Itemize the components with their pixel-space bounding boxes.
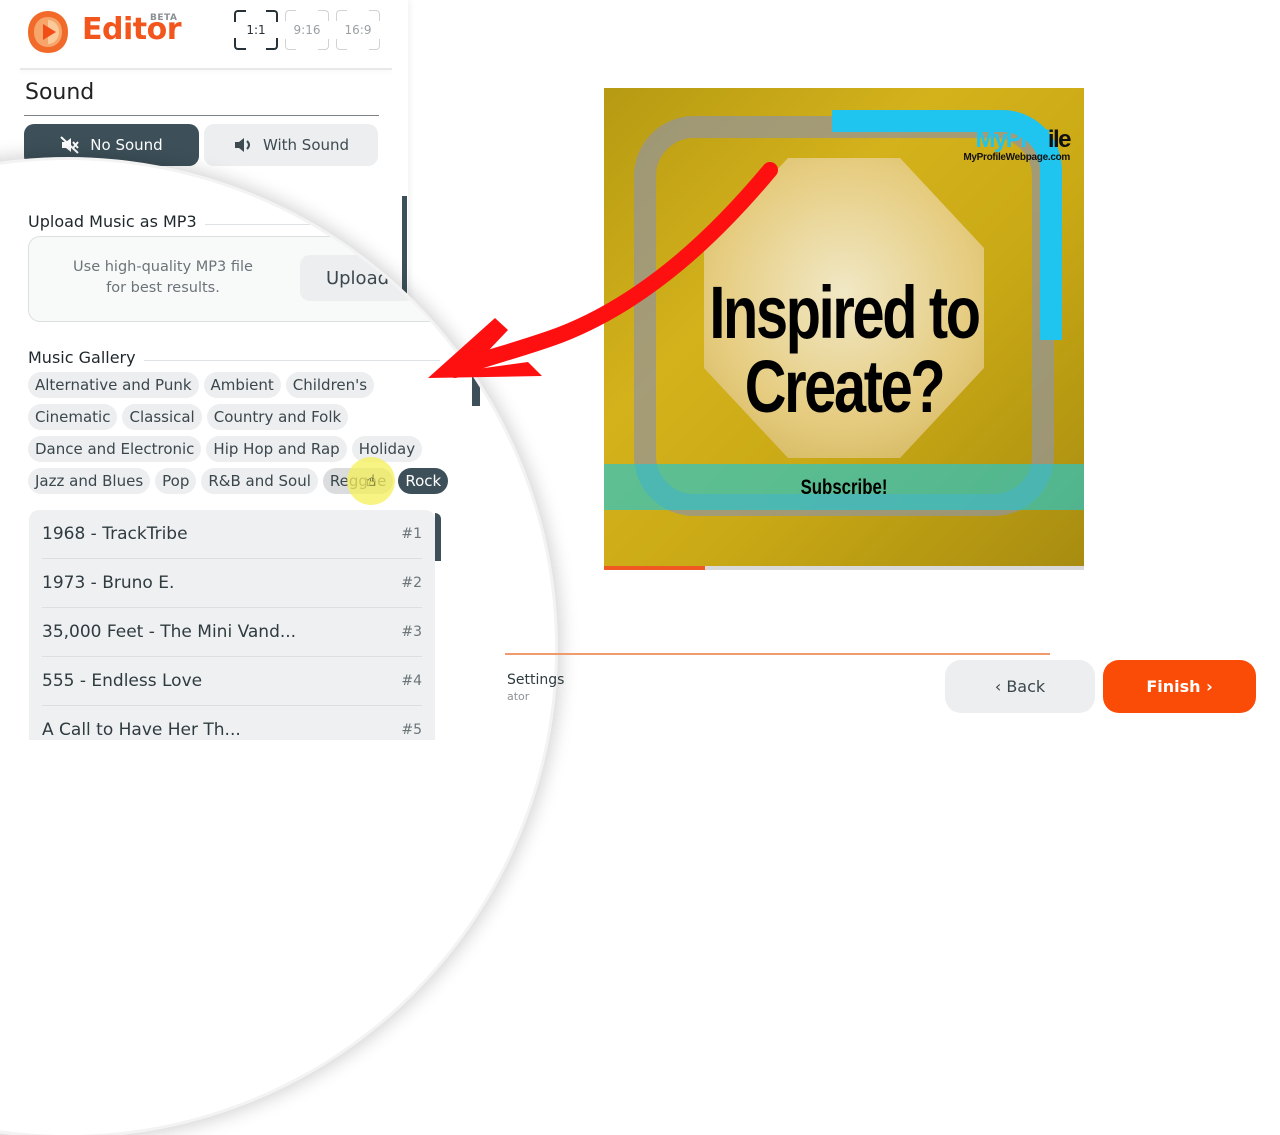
hand-cursor-icon: ☝: [366, 471, 376, 490]
genre-chip[interactable]: Classical: [122, 404, 202, 430]
aspect-label: 16:9: [344, 23, 372, 37]
watermark-logo: MyProfile MyProfileWebpage.com: [963, 126, 1072, 164]
preview-headline: Inspired to Create?: [657, 276, 1031, 424]
genre-chip[interactable]: Cinematic: [28, 404, 118, 430]
beta-badge: BETA: [150, 13, 178, 23]
headline-line2: Create?: [744, 345, 946, 428]
genre-chip-hovered[interactable]: Reggae: [322, 468, 394, 494]
track-rank: #1: [401, 526, 422, 542]
no-sound-label: No Sound: [90, 136, 163, 154]
genre-chip[interactable]: Country and Folk: [206, 404, 349, 430]
upload-button[interactable]: Upload: [300, 255, 415, 301]
upload-hint: Use high-quality MP3 file for best resul…: [63, 257, 263, 299]
chevron-left-icon: ‹: [994, 677, 1007, 696]
back-label: Back: [1006, 677, 1046, 696]
genre-chip[interactable]: Jazz and Blues: [28, 468, 151, 494]
track-title: 555 - Endless Love: [42, 671, 203, 691]
upload-hint-line2: for best results.: [106, 280, 220, 296]
watermark-url: MyProfileWebpage.com: [963, 152, 1070, 163]
timeline-divider: [505, 653, 1050, 655]
with-sound-label: With Sound: [262, 136, 350, 154]
app-logo-icon: [28, 11, 68, 53]
headline-line1: Inspired to: [709, 271, 981, 354]
genre-chip[interactable]: Dance and Electronic: [28, 436, 202, 462]
track-list-scrollbar[interactable]: [435, 513, 441, 561]
track-title: 1968 - TrackTribe: [42, 524, 188, 544]
video-preview[interactable]: MyProfile MyProfileWebpage.com Inspired …: [604, 88, 1084, 568]
genre-chip[interactable]: R&B and Soul: [201, 468, 318, 494]
genre-chip[interactable]: Ambient: [203, 372, 281, 398]
footer-subtext: ator: [507, 690, 530, 703]
sidebar-scrollbar-magnified[interactable]: [472, 196, 480, 406]
preview-cta: Subscribe!: [800, 476, 888, 499]
genre-chips: Alternative and Punk Ambient Children's …: [28, 372, 449, 500]
track-row[interactable]: 1973 - Bruno E. #2: [42, 559, 422, 608]
settings-link[interactable]: Settings: [507, 672, 564, 688]
genre-chip[interactable]: Children's: [285, 372, 375, 398]
genre-chip[interactable]: Alternative and Punk: [28, 372, 199, 398]
genre-chip[interactable]: Holiday: [351, 436, 423, 462]
genre-chip[interactable]: Hip Hop and Rap: [206, 436, 347, 462]
aspect-1-1-button[interactable]: 1:1: [234, 10, 278, 50]
genre-chip[interactable]: Pop: [155, 468, 197, 494]
upload-hint-line1: Use high-quality MP3 file: [73, 259, 253, 275]
track-title: 1973 - Bruno E.: [42, 573, 175, 593]
watermark-name-end: ile: [1047, 126, 1072, 153]
music-gallery-title: Music Gallery: [28, 348, 144, 367]
track-title: 35,000 Feet - The Mini Vand...: [42, 622, 297, 642]
finish-label: Finish: [1146, 677, 1201, 696]
aspect-label: 9:16: [293, 23, 321, 37]
track-row[interactable]: A Call to Have Her Th... #5: [42, 706, 422, 740]
track-rank: #5: [401, 722, 422, 738]
genre-chip-selected[interactable]: Rock: [398, 468, 449, 494]
track-rank: #4: [401, 673, 422, 689]
track-list: 1968 - TrackTribe #1 1973 - Bruno E. #2 …: [29, 510, 435, 740]
chevron-right-icon: ›: [1200, 677, 1213, 696]
upload-dropzone[interactable]: Use high-quality MP3 file for best resul…: [28, 236, 444, 322]
playback-progress: [604, 566, 705, 570]
watermark-name: MyProf: [975, 126, 1049, 153]
aspect-9-16-button[interactable]: 9:16: [285, 10, 329, 50]
sound-section-title: Sound: [25, 80, 95, 105]
speaker-icon: [234, 138, 250, 152]
finish-button[interactable]: Finish ›: [1103, 660, 1256, 713]
back-button[interactable]: ‹ Back: [945, 660, 1095, 713]
track-row[interactable]: 555 - Endless Love #4: [42, 657, 422, 706]
magnifier-lens: Upload Music as MP3 Use high-quality MP3…: [0, 160, 555, 1135]
track-rank: #2: [401, 575, 422, 591]
track-row[interactable]: 35,000 Feet - The Mini Vand... #3: [42, 608, 422, 657]
track-title: A Call to Have Her Th...: [42, 720, 241, 740]
aspect-label: 1:1: [246, 23, 266, 37]
track-rank: #3: [401, 624, 422, 640]
track-row[interactable]: 1968 - TrackTribe #1: [42, 510, 422, 559]
section-divider: [24, 115, 379, 116]
upload-section-title: Upload Music as MP3: [28, 212, 205, 231]
speaker-muted-icon: [60, 136, 80, 154]
header-divider: [20, 68, 392, 70]
aspect-16-9-button[interactable]: 16:9: [336, 10, 380, 50]
